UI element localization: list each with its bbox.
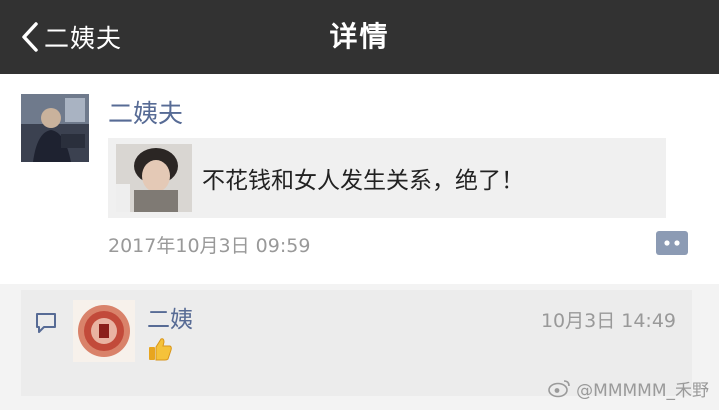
watermark-text: @MMMMM_禾野 bbox=[576, 380, 709, 401]
link-thumbnail bbox=[116, 144, 192, 212]
author-name[interactable]: 二姨夫 bbox=[108, 94, 183, 130]
speech-bubble-icon bbox=[36, 313, 56, 333]
like-timestamp: 10月3日 14:49 bbox=[540, 310, 676, 332]
comment-icon bbox=[656, 231, 688, 255]
avatar-photo bbox=[21, 94, 89, 162]
comment-button[interactable] bbox=[655, 230, 689, 256]
author-avatar[interactable] bbox=[21, 94, 89, 162]
thumbs-up-icon bbox=[149, 338, 172, 361]
weibo-watermark: @MMMMM_禾野 bbox=[548, 376, 709, 401]
navigation-bar: 二姨夫 详情 bbox=[0, 0, 719, 74]
liker-name[interactable]: 二姨 bbox=[147, 300, 193, 334]
post-timestamp: 2017年10月3日 09:59 bbox=[108, 235, 311, 257]
liker-avatar[interactable] bbox=[73, 300, 135, 362]
moment-post: 二姨夫 不花钱和女人发生关系，绝了！ 2017年10月3日 09:59 bbox=[0, 74, 719, 284]
weibo-logo-icon bbox=[548, 380, 570, 398]
link-title: 不花钱和女人发生关系，绝了！ bbox=[202, 168, 524, 194]
page-title: 详情 bbox=[329, 20, 390, 53]
shared-link-card[interactable]: 不花钱和女人发生关系，绝了！ bbox=[108, 138, 666, 218]
